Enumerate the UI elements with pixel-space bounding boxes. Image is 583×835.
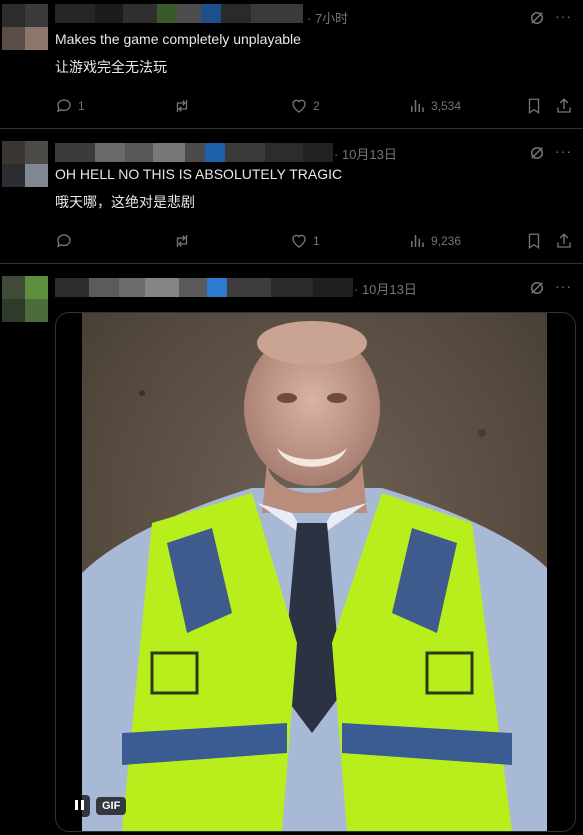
- post-text-en: Makes the game completely unplayable: [55, 31, 301, 47]
- gif-controls: GIF: [68, 795, 127, 817]
- repost-icon: [176, 235, 188, 247]
- author-name-redacted[interactable]: [55, 278, 353, 297]
- like-button[interactable]: 2: [290, 97, 320, 115]
- pause-button[interactable]: [68, 795, 90, 817]
- like-button[interactable]: 1: [290, 232, 320, 250]
- grok-icon[interactable]: [528, 9, 546, 27]
- view-count: 3,534: [431, 99, 462, 113]
- more-icon[interactable]: ···: [555, 278, 572, 294]
- post-time[interactable]: · 7小时: [307, 8, 348, 27]
- reply-count: 1: [78, 99, 85, 113]
- views-icon: [411, 100, 424, 112]
- post-text-zh: 哦天哪，这绝对是悲剧: [55, 194, 195, 210]
- share-icon[interactable]: [555, 97, 573, 115]
- views-button[interactable]: 9,236: [408, 232, 461, 250]
- reply-button[interactable]: [55, 232, 78, 250]
- post-time[interactable]: · 10月13日: [334, 144, 397, 163]
- grok-icon[interactable]: [528, 144, 546, 162]
- bookmark-icon[interactable]: [525, 97, 543, 115]
- avatar[interactable]: [2, 276, 48, 322]
- gif-image: [82, 313, 547, 831]
- views-button[interactable]: 3,534: [408, 97, 461, 115]
- heart-icon: [292, 234, 306, 248]
- heart-icon: [292, 99, 306, 113]
- pause-icon: [73, 797, 85, 815]
- repost-icon: [176, 100, 188, 112]
- avatar[interactable]: [2, 4, 48, 50]
- post-text-en: OH HELL NO THIS IS ABSOLUTELY TRAGIC: [55, 166, 343, 182]
- share-icon[interactable]: [555, 232, 573, 250]
- avatar[interactable]: [2, 141, 48, 187]
- reply-icon: [56, 234, 71, 248]
- bookmark-icon[interactable]: [525, 232, 543, 250]
- like-count: 2: [313, 99, 320, 113]
- gif-media[interactable]: GIF: [55, 312, 576, 832]
- action-bar: 1 9,236: [55, 232, 575, 252]
- like-count: 1: [313, 234, 320, 248]
- reply-icon: [56, 99, 71, 113]
- post-2[interactable]: · 10月13日 ··· OH HELL NO THIS IS ABSOLUTE…: [0, 129, 583, 263]
- repost-button[interactable]: [173, 232, 196, 250]
- repost-button[interactable]: [173, 97, 196, 115]
- views-icon: [411, 235, 424, 247]
- gif-badge: GIF: [96, 797, 127, 815]
- post-text-zh: 让游戏完全无法玩: [55, 59, 167, 75]
- author-name-redacted[interactable]: [55, 4, 303, 23]
- reply-button[interactable]: 1: [55, 97, 85, 115]
- action-bar: 1 2 3,534: [55, 97, 575, 117]
- grok-icon[interactable]: [528, 279, 546, 297]
- post-time[interactable]: · 10月13日: [354, 279, 417, 298]
- more-icon[interactable]: ···: [555, 8, 572, 24]
- post-1[interactable]: · 7小时 ··· Makes the game completely unpl…: [0, 0, 583, 128]
- more-icon[interactable]: ···: [555, 143, 572, 159]
- author-name-redacted[interactable]: [55, 143, 333, 162]
- view-count: 9,236: [431, 234, 462, 248]
